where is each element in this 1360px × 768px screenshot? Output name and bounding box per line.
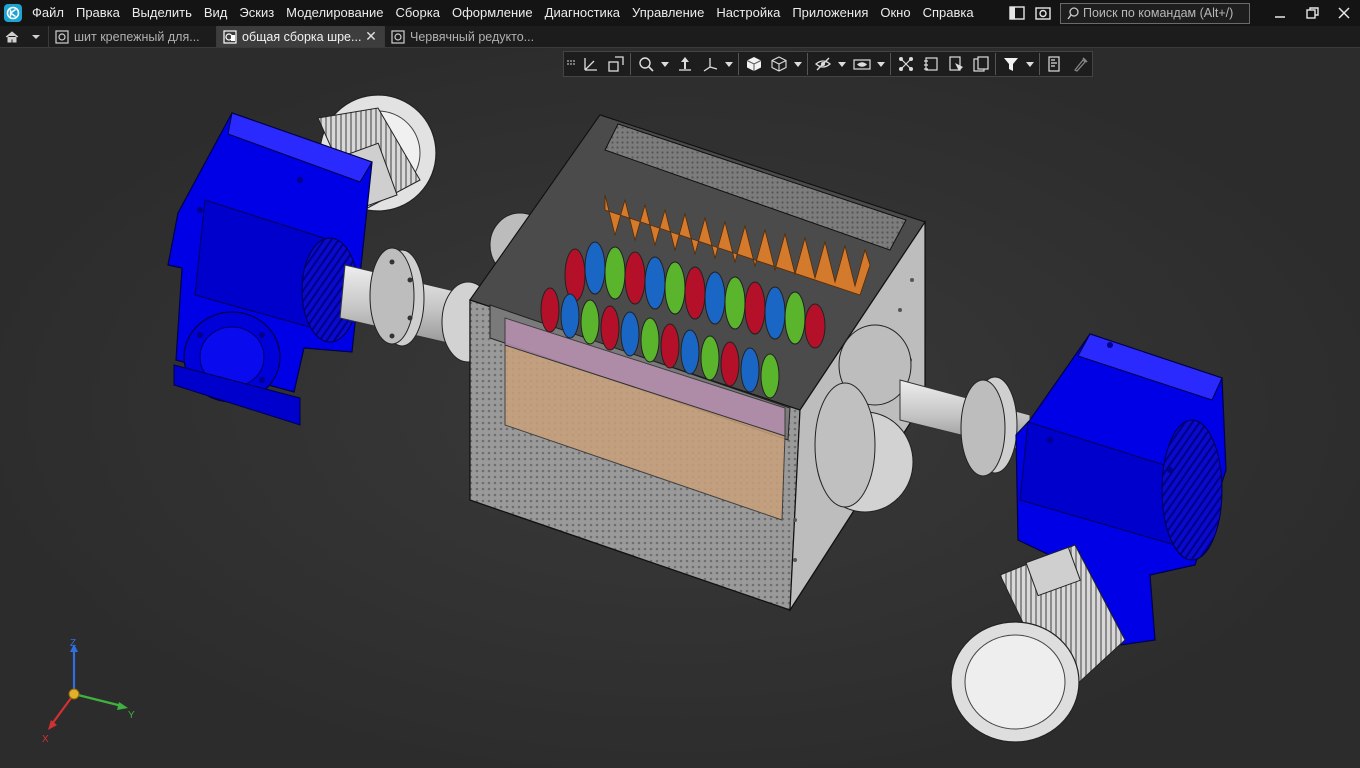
- sheet-icon[interactable]: [943, 52, 968, 76]
- menu-select[interactable]: Выделить: [126, 0, 198, 26]
- part-icon: [55, 29, 69, 44]
- menu-sketch[interactable]: Эскиз: [233, 0, 280, 26]
- command-search[interactable]: [1060, 2, 1250, 24]
- filter-dropdown-icon[interactable]: [1023, 52, 1037, 76]
- hide-icon[interactable]: [810, 52, 835, 76]
- menu-control[interactable]: Управление: [626, 0, 710, 26]
- zoom-icon[interactable]: [633, 52, 658, 76]
- document-tabs: шит крепежный для... общая сборка шре...…: [0, 26, 1360, 48]
- measure-icon[interactable]: [1042, 52, 1067, 76]
- section-icon[interactable]: [893, 52, 918, 76]
- main-menu: Файл Правка Выделить Вид Эскиз Моделирование С…: [26, 0, 980, 26]
- axis-orient-icon[interactable]: [697, 52, 722, 76]
- menu-file[interactable]: Файл: [26, 0, 70, 26]
- shaded-display-icon[interactable]: [741, 52, 766, 76]
- orientation-icon[interactable]: [578, 52, 603, 76]
- view-toolbar: [563, 51, 1093, 77]
- tab-0[interactable]: шит крепежный для...: [48, 26, 216, 47]
- tab-1[interactable]: общая сборка шре... ✕: [216, 26, 384, 47]
- hide-dropdown-icon[interactable]: [835, 52, 849, 76]
- menu-edit[interactable]: Правка: [70, 0, 126, 26]
- panel-toggle-icon[interactable]: [1004, 0, 1030, 26]
- screenshot-icon[interactable]: [1030, 0, 1056, 26]
- restore-icon[interactable]: [1296, 0, 1328, 26]
- tab-label: Червячный редукто...: [410, 29, 535, 44]
- layer-icon[interactable]: [918, 52, 943, 76]
- tab-2[interactable]: Червячный редукто...: [384, 26, 552, 47]
- part-icon: [391, 29, 405, 44]
- tab-label: шит крепежный для...: [74, 29, 200, 44]
- menu-apps[interactable]: Приложения: [786, 0, 874, 26]
- axis-y-label: Y: [128, 710, 135, 721]
- assembly-icon: [223, 29, 237, 44]
- wireframe-display-icon[interactable]: [766, 52, 791, 76]
- menu-diagnostics[interactable]: Диагностика: [539, 0, 626, 26]
- menubar-right: [1004, 0, 1360, 26]
- close-window-icon[interactable]: [1328, 0, 1360, 26]
- menu-help[interactable]: Справка: [917, 0, 980, 26]
- axis-x-label: X: [42, 734, 49, 745]
- menu-settings[interactable]: Настройка: [710, 0, 786, 26]
- tabs-dropdown-icon[interactable]: [24, 26, 48, 47]
- search-input[interactable]: [1083, 6, 1243, 20]
- menu-modeling[interactable]: Моделирование: [280, 0, 389, 26]
- minimize-icon[interactable]: [1264, 0, 1296, 26]
- assembly-model[interactable]: [0, 48, 1360, 768]
- search-icon: [1067, 6, 1079, 19]
- app-logo-icon[interactable]: [0, 0, 26, 26]
- axis-z-label: Z: [70, 638, 76, 649]
- pan-rotate-icon[interactable]: [672, 52, 697, 76]
- filter-icon[interactable]: [998, 52, 1023, 76]
- menu-view[interactable]: Вид: [198, 0, 234, 26]
- menu-design[interactable]: Оформление: [446, 0, 539, 26]
- close-tab-icon[interactable]: ✕: [364, 28, 378, 45]
- copy-view-icon[interactable]: [968, 52, 993, 76]
- visibility-icon[interactable]: [849, 52, 874, 76]
- tab-label: общая сборка шре...: [242, 29, 362, 44]
- menu-window[interactable]: Окно: [874, 0, 916, 26]
- menu-bar: Файл Правка Выделить Вид Эскиз Моделирование С…: [0, 0, 1360, 26]
- axis-triad: Z Y X: [42, 638, 135, 745]
- view-from-normal-icon[interactable]: [603, 52, 628, 76]
- toolbar-grip-icon[interactable]: [564, 52, 578, 76]
- orient-dropdown-icon[interactable]: [722, 52, 736, 76]
- home-icon[interactable]: [0, 26, 24, 47]
- zoom-dropdown-icon[interactable]: [658, 52, 672, 76]
- visibility-dropdown-icon[interactable]: [874, 52, 888, 76]
- left-gearbox[interactable]: [167, 112, 373, 426]
- eyedropper-icon[interactable]: [1067, 52, 1092, 76]
- display-dropdown-icon[interactable]: [791, 52, 805, 76]
- menu-assembly[interactable]: Сборка: [389, 0, 446, 26]
- 3d-viewport[interactable]: Z Y X: [0, 48, 1360, 768]
